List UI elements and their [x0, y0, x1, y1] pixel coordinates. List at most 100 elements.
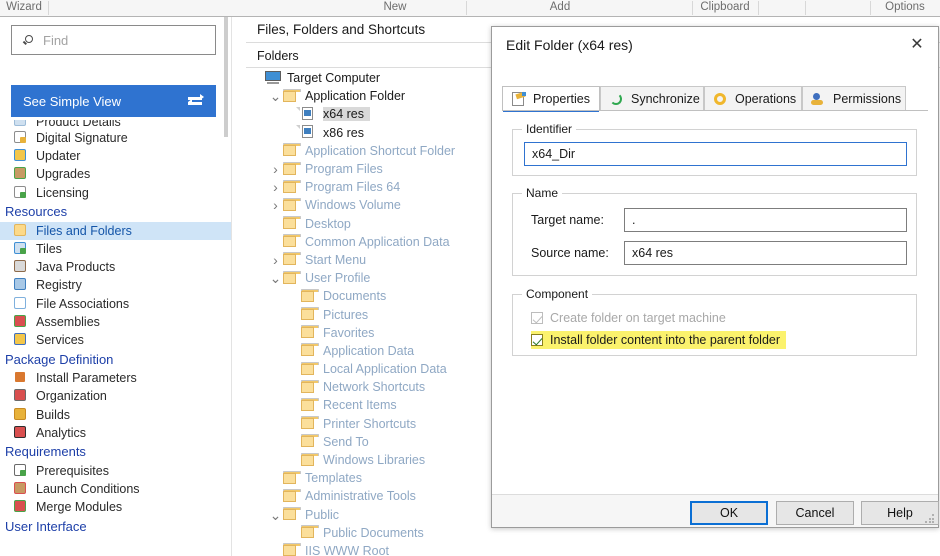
close-icon[interactable]: ✕ [900, 30, 934, 58]
tree-row-label: IIS WWW Root [305, 543, 390, 556]
sidebar-item-merge-modules[interactable]: Merge Modules [0, 498, 231, 516]
chevron-down-icon[interactable]: ⌄ [268, 89, 283, 103]
sidebar-section-user-interface: User Interface [0, 516, 231, 536]
tree-row-label: Desktop [305, 216, 351, 231]
search-placeholder: Find [43, 32, 69, 48]
tab-properties[interactable]: Properties [502, 86, 600, 112]
tab-synchronize[interactable]: Synchronize [600, 86, 704, 111]
analytics-icon [12, 425, 29, 441]
tiles-icon [12, 241, 29, 257]
folder-icon [301, 307, 319, 322]
cancel-button[interactable]: Cancel [776, 501, 854, 525]
dialog-body: Properties Synchronize Operations Permissio… [492, 63, 938, 494]
chevron-right-icon[interactable]: › [268, 253, 283, 267]
sidebar-item-analytics[interactable]: Analytics [0, 424, 231, 442]
create-folder-on-target-checkbox-row: Create folder on target machine [531, 309, 726, 327]
ok-button[interactable]: OK [690, 501, 768, 525]
chevron-right-icon[interactable]: › [268, 162, 283, 176]
folder-icon [283, 179, 301, 195]
chevron-down-icon[interactable]: ⌄ [268, 271, 283, 285]
sidebar-item-label: Digital Signature [36, 131, 128, 146]
sidebar-item-builds[interactable]: Builds [0, 405, 231, 423]
see-simple-view-button[interactable]: See Simple View [11, 85, 216, 117]
install-folder-content-checkbox[interactable] [531, 334, 543, 346]
ribbon-separator [48, 1, 49, 15]
sidebar-item-registry[interactable]: Registry [0, 276, 231, 294]
tab-label: Synchronize [631, 92, 700, 106]
tab-permissions[interactable]: Permissions [802, 86, 906, 111]
sidebar-item-launch-conditions[interactable]: Launch Conditions [0, 480, 231, 498]
folder-icon [283, 216, 301, 231]
sidebar-item-organization[interactable]: Organization [0, 387, 231, 405]
resize-grip[interactable] [925, 514, 935, 524]
sidebar-item-assemblies[interactable]: Assemblies [0, 313, 231, 331]
tree-row-label: Common Application Data [305, 234, 450, 249]
sidebar-item-label: Updater [36, 149, 81, 164]
sidebar-item-product-details[interactable]: Product Details [0, 120, 231, 129]
tree-row[interactable]: IIS WWW Root [246, 542, 940, 556]
install-folder-content-checkbox-row[interactable]: Install folder content into the parent f… [531, 331, 787, 349]
sidebar-item-prerequisites[interactable]: Prerequisites [0, 462, 231, 480]
sidebar-item-label: File Associations [36, 296, 130, 311]
sidebar-item-upgrades[interactable]: Upgrades [0, 165, 231, 183]
sidebar-item-install-parameters[interactable]: Install Parameters [0, 369, 231, 387]
folder-icon [301, 397, 319, 413]
component-group: Component Create folder on target machin… [512, 287, 917, 356]
folder-icon [283, 161, 301, 177]
launch-conditions-icon [12, 481, 29, 497]
folder-icon [301, 288, 319, 304]
tab-operations[interactable]: Operations [704, 86, 802, 111]
chevron-right-icon[interactable]: › [268, 180, 283, 194]
computer-icon [265, 70, 282, 86]
ribbon-group-new: New [383, 1, 407, 13]
file-icon [296, 125, 318, 140]
file-associations-icon [12, 296, 29, 312]
tree-row-label: Application Folder [305, 89, 406, 104]
tree-row-label: User Profile [305, 271, 371, 286]
folder-icon [301, 379, 319, 395]
sidebar-item-label: Analytics [36, 425, 87, 440]
organization-icon [12, 388, 29, 404]
digital-signature-icon [12, 130, 29, 146]
sidebar-item-digital-signature[interactable]: Digital Signature [0, 129, 231, 147]
tree-row-label: Target Computer [287, 71, 381, 86]
prerequisites-icon [12, 463, 29, 479]
search-input[interactable]: Find [11, 25, 216, 55]
sidebar-item-updater[interactable]: Updater [0, 147, 231, 165]
sidebar-item-label: Builds [36, 407, 71, 422]
chevron-right-icon[interactable]: › [268, 198, 283, 212]
tree-row-label: Administrative Tools [305, 489, 416, 504]
swap-arrows-icon [188, 94, 204, 108]
sidebar-item-label: Organization [36, 389, 107, 404]
sidebar-item-file-associations[interactable]: File Associations [0, 295, 231, 313]
tree-row-label: Favorites [323, 325, 375, 340]
sidebar-item-licensing[interactable]: Licensing [0, 184, 231, 202]
source-name-field[interactable]: x64 res [624, 241, 907, 265]
sidebar-item-label: Assemblies [36, 314, 100, 329]
sidebar-item-label: Licensing [36, 185, 89, 200]
folder-icon [283, 470, 301, 486]
edit-folder-dialog: Edit Folder (x64 res) ✕ Properties Synchr… [491, 26, 939, 528]
tree-row-label: Public [305, 507, 340, 522]
source-name-label: Source name: [531, 246, 609, 260]
merge-modules-icon [12, 499, 29, 515]
identifier-field[interactable]: x64_Dir [524, 142, 907, 166]
sidebar-item-files-and-folders[interactable]: Files and Folders [0, 221, 231, 240]
sidebar-section-requirements: Requirements [0, 442, 231, 462]
sidebar-item-services[interactable]: Services [0, 331, 231, 349]
tree-row-label: x64 res [323, 107, 370, 122]
ribbon-group-clipboard: Clipboard [700, 1, 750, 13]
ribbon-separator [805, 1, 806, 15]
sidebar-item-java-products[interactable]: Java Products [0, 258, 231, 276]
tree-row-label: Program Files [305, 162, 383, 177]
ribbon-group-add: Add [549, 1, 571, 13]
folder-icon [301, 525, 319, 540]
chevron-down-icon[interactable]: ⌄ [268, 508, 283, 522]
target-name-field[interactable]: . [624, 208, 907, 232]
folder-icon [283, 543, 301, 556]
sidebar-item-tiles[interactable]: Tiles [0, 240, 231, 258]
sidebar-item-label: Install Parameters [36, 371, 137, 386]
permissions-icon [811, 92, 827, 107]
registry-icon [12, 277, 29, 293]
builds-icon [12, 407, 29, 423]
